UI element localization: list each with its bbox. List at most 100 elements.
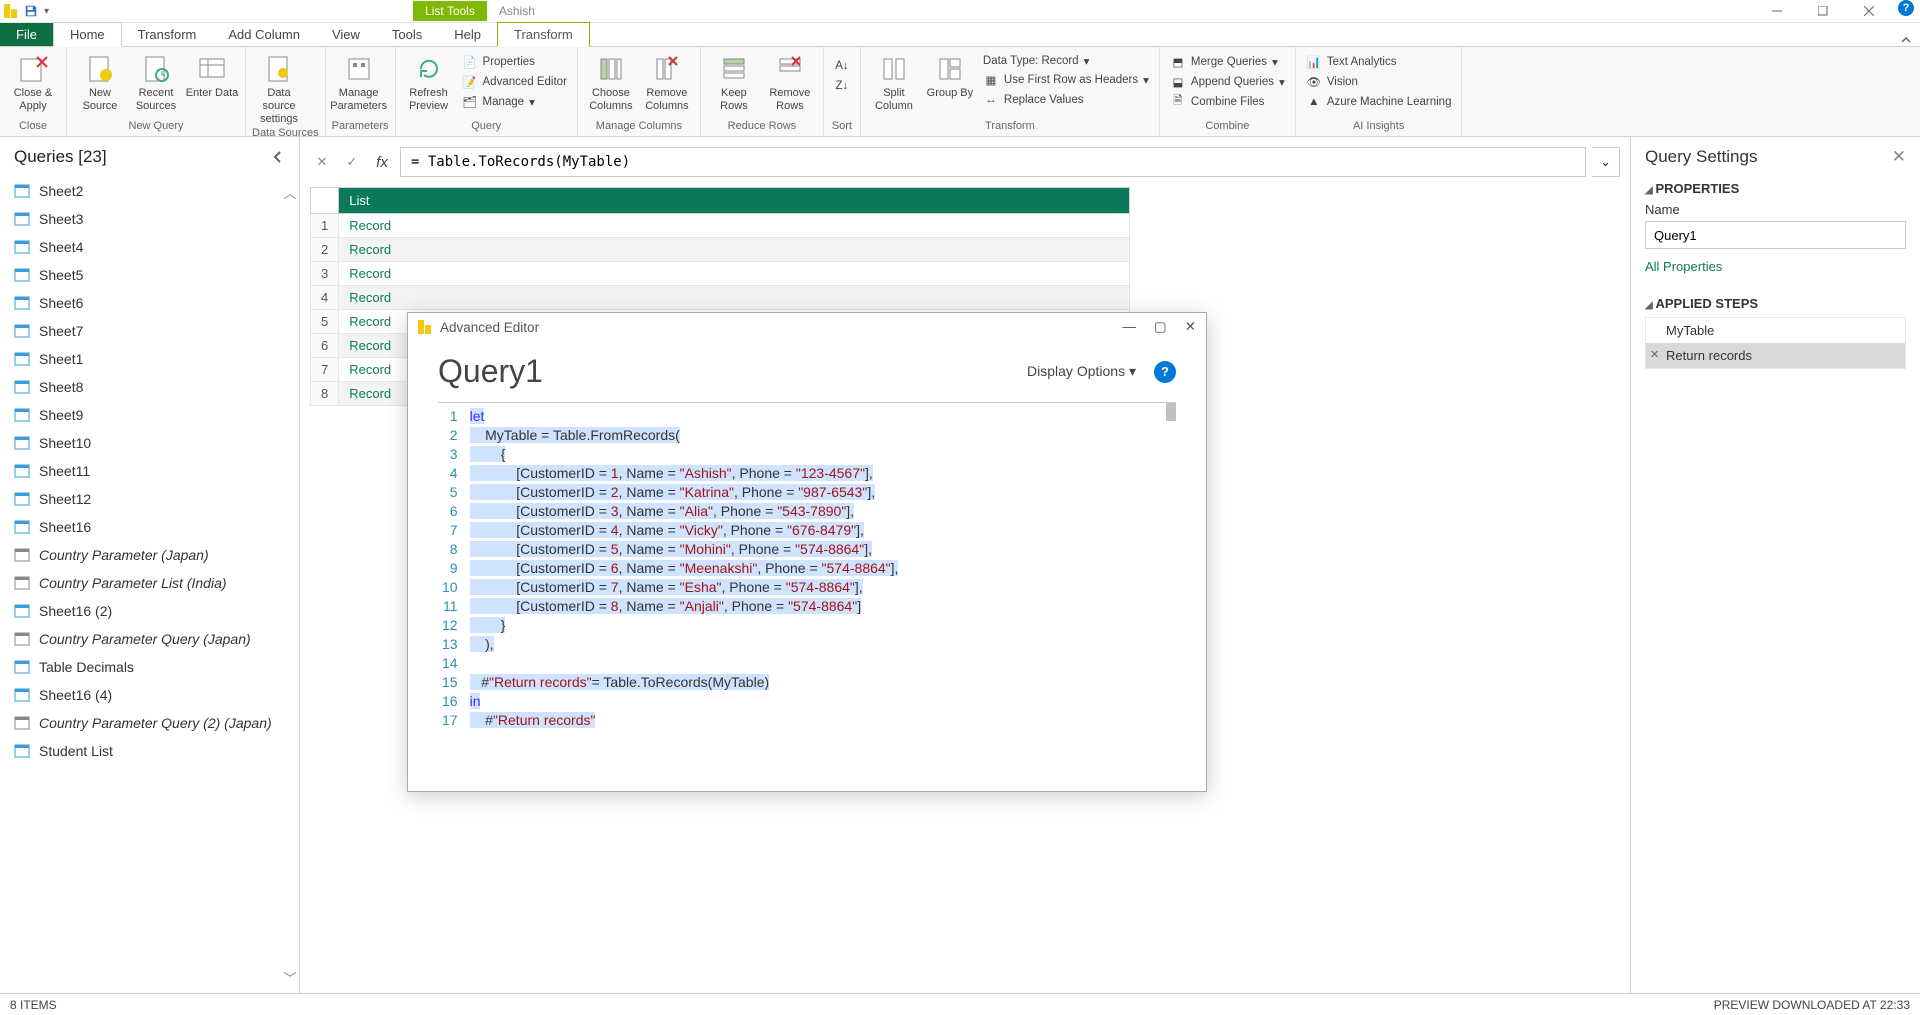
row-number[interactable]: 4: [311, 286, 339, 310]
code-line[interactable]: ),: [470, 635, 1172, 654]
dialog-maximize-button[interactable]: ▢: [1154, 319, 1167, 335]
manage-parameters-button[interactable]: Manage Parameters: [332, 49, 386, 113]
tab-tools[interactable]: Tools: [376, 23, 438, 46]
code-line[interactable]: [CustomerID = 5, Name = "Mohini", Phone …: [470, 540, 1172, 559]
tab-add-column[interactable]: Add Column: [212, 23, 316, 46]
query-item[interactable]: Sheet8: [0, 373, 299, 401]
recent-sources-button[interactable]: Recent Sources: [129, 49, 183, 113]
query-item[interactable]: Sheet11: [0, 457, 299, 485]
sort-asc-button[interactable]: A↓: [830, 57, 854, 75]
tab-view[interactable]: View: [316, 23, 376, 46]
merge-queries-button[interactable]: ⬒Merge Queries ▾: [1166, 53, 1289, 71]
properties-button[interactable]: 📄Properties: [458, 53, 571, 71]
query-item[interactable]: Sheet4: [0, 233, 299, 261]
dialog-help-icon[interactable]: ?: [1154, 361, 1176, 383]
dialog-minimize-button[interactable]: —: [1122, 319, 1136, 335]
query-item[interactable]: Table Decimals: [0, 653, 299, 681]
code-area[interactable]: let MyTable = Table.FromRecords( { [Cust…: [466, 403, 1176, 791]
query-name-input[interactable]: [1645, 221, 1906, 249]
query-item[interactable]: Sheet16 (4): [0, 681, 299, 709]
advanced-editor-button[interactable]: 📝Advanced Editor: [458, 73, 571, 91]
code-line[interactable]: [CustomerID = 3, Name = "Alia", Phone = …: [470, 502, 1172, 521]
code-line[interactable]: {: [470, 445, 1172, 464]
code-line[interactable]: [CustomerID = 7, Name = "Esha", Phone = …: [470, 578, 1172, 597]
keep-rows-button[interactable]: Keep Rows: [707, 49, 761, 113]
code-line[interactable]: }: [470, 616, 1172, 635]
query-item[interactable]: Sheet5: [0, 261, 299, 289]
query-item[interactable]: Country Parameter Query (2) (Japan): [0, 709, 299, 737]
applied-steps-section-header[interactable]: APPLIED STEPS: [1645, 296, 1906, 311]
group-by-button[interactable]: Group By: [923, 49, 977, 100]
query-item[interactable]: Sheet6: [0, 289, 299, 317]
help-icon[interactable]: ?: [1898, 0, 1914, 16]
data-type-button[interactable]: Data Type: Record ▾: [979, 53, 1153, 69]
code-line[interactable]: [CustomerID = 2, Name = "Katrina", Phone…: [470, 483, 1172, 502]
code-line[interactable]: [CustomerID = 8, Name = "Anjali", Phone …: [470, 597, 1172, 616]
dialog-close-button[interactable]: ✕: [1185, 319, 1196, 335]
close-apply-button[interactable]: Close & Apply: [6, 49, 60, 113]
refresh-preview-button[interactable]: Refresh Preview: [402, 49, 456, 113]
qat-dropdown-icon[interactable]: ▾: [44, 6, 49, 17]
code-editor[interactable]: 1234567891011121314151617 let MyTable = …: [438, 402, 1176, 791]
tab-help[interactable]: Help: [438, 23, 497, 46]
record-cell[interactable]: Record: [339, 262, 1130, 286]
query-item[interactable]: Sheet1: [0, 345, 299, 373]
query-item[interactable]: Sheet16 (2): [0, 597, 299, 625]
code-line[interactable]: [470, 654, 1172, 673]
split-column-button[interactable]: Split Column: [867, 49, 921, 113]
tab-home[interactable]: Home: [53, 22, 122, 47]
row-number[interactable]: 2: [311, 238, 339, 262]
combine-files-button[interactable]: 🗎Combine Files: [1166, 93, 1289, 111]
query-item[interactable]: Sheet7: [0, 317, 299, 345]
properties-section-header[interactable]: PROPERTIES: [1645, 181, 1906, 196]
first-row-headers-button[interactable]: ▦Use First Row as Headers ▾: [979, 71, 1153, 89]
row-number[interactable]: 1: [311, 214, 339, 238]
azure-ml-button[interactable]: ▲Azure Machine Learning: [1302, 93, 1456, 111]
record-cell[interactable]: Record: [339, 238, 1130, 262]
query-item[interactable]: Sheet2: [0, 177, 299, 205]
code-line[interactable]: [CustomerID = 1, Name = "Ashish", Phone …: [470, 464, 1172, 483]
formula-cancel-button[interactable]: ✕: [310, 150, 334, 174]
code-line[interactable]: #"Return records": [470, 711, 1172, 730]
context-tab-list-tools[interactable]: List Tools: [413, 1, 487, 21]
manage-button[interactable]: 🗂Manage ▾: [458, 93, 571, 111]
query-item[interactable]: Sheet16: [0, 513, 299, 541]
remove-rows-button[interactable]: Remove Rows: [763, 49, 817, 113]
queries-list[interactable]: ︿ ﹀ Sheet2Sheet3Sheet4Sheet5Sheet6Sheet7…: [0, 177, 299, 993]
list-column-header[interactable]: List: [339, 188, 1130, 214]
formula-input[interactable]: [400, 147, 1586, 177]
all-properties-link[interactable]: All Properties: [1645, 259, 1906, 274]
tab-transform[interactable]: Transform: [122, 23, 213, 46]
query-item[interactable]: Sheet3: [0, 205, 299, 233]
row-number[interactable]: 8: [311, 382, 339, 406]
code-line[interactable]: let: [470, 407, 1172, 426]
code-line[interactable]: [CustomerID = 6, Name = "Meenakshi", Pho…: [470, 559, 1172, 578]
record-cell[interactable]: Record: [339, 286, 1130, 310]
code-line[interactable]: [CustomerID = 4, Name = "Vicky", Phone =…: [470, 521, 1172, 540]
vision-button[interactable]: 👁Vision: [1302, 73, 1456, 91]
query-item[interactable]: Sheet12: [0, 485, 299, 513]
append-queries-button[interactable]: ⬓Append Queries ▾: [1166, 73, 1289, 91]
query-item[interactable]: Student List: [0, 737, 299, 765]
code-line[interactable]: MyTable = Table.FromRecords(: [470, 426, 1172, 445]
query-item[interactable]: Country Parameter (Japan): [0, 541, 299, 569]
choose-columns-button[interactable]: Choose Columns: [584, 49, 638, 113]
text-analytics-button[interactable]: 📊Text Analytics: [1302, 53, 1456, 71]
row-number[interactable]: 6: [311, 334, 339, 358]
new-source-button[interactable]: New Source: [73, 49, 127, 113]
data-source-settings-button[interactable]: Data source settings: [252, 49, 306, 127]
row-number[interactable]: 5: [311, 310, 339, 334]
query-item[interactable]: Country Parameter List (India): [0, 569, 299, 597]
formula-accept-button[interactable]: ✓: [340, 150, 364, 174]
query-item[interactable]: Country Parameter Query (Japan): [0, 625, 299, 653]
query-item[interactable]: Sheet10: [0, 429, 299, 457]
maximize-button[interactable]: [1800, 0, 1846, 23]
enter-data-button[interactable]: Enter Data: [185, 49, 239, 100]
scroll-up-icon[interactable]: ︿: [283, 183, 297, 202]
applied-step[interactable]: Return records: [1646, 343, 1905, 368]
minimize-button[interactable]: [1754, 0, 1800, 23]
save-icon[interactable]: [24, 4, 38, 18]
applied-steps-list[interactable]: MyTableReturn records: [1645, 317, 1906, 369]
formula-expand-button[interactable]: ⌄: [1592, 147, 1620, 177]
tab-file[interactable]: File: [0, 23, 53, 46]
